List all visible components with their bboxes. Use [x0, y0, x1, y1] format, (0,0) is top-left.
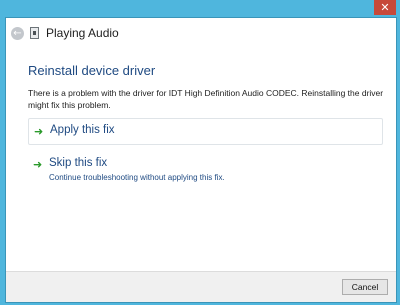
- apply-fix-label: Apply this fix: [50, 124, 115, 136]
- dialog-footer: Cancel: [6, 271, 396, 302]
- dialog-client-area: ← Playing Audio Reinstall device driver …: [5, 17, 397, 303]
- title-bar: ✕: [0, 0, 400, 16]
- green-arrow-icon: ➜: [34, 125, 44, 138]
- navigation-bar: ← Playing Audio: [6, 18, 396, 50]
- skip-fix-label: Skip this fix: [49, 157, 108, 169]
- green-arrow-icon: ➜: [33, 158, 43, 171]
- back-arrow-icon[interactable]: ←: [11, 27, 24, 40]
- troubleshooter-icon: [30, 27, 39, 39]
- problem-description: There is a problem with the driver for I…: [28, 88, 384, 110]
- close-button[interactable]: ✕: [374, 0, 396, 15]
- window-title: Playing Audio: [46, 26, 119, 40]
- skip-fix-option[interactable]: ➜ Skip this fix Continue troubleshooting…: [28, 152, 383, 186]
- apply-fix-option[interactable]: ➜ Apply this fix: [28, 118, 383, 145]
- troubleshooter-window: ✕ ← Playing Audio Reinstall device drive…: [0, 0, 400, 305]
- cancel-button[interactable]: Cancel: [342, 279, 388, 295]
- page-heading: Reinstall device driver: [28, 63, 156, 78]
- skip-fix-description: Continue troubleshooting without applyin…: [49, 173, 225, 182]
